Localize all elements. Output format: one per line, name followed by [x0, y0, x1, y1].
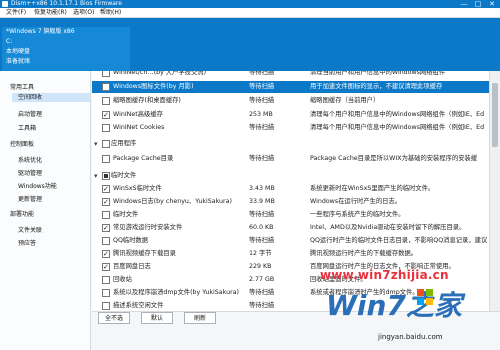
sidebar: 常用工具 空间回收 启动管理 工具箱 控制面板 系统优化 驱动管理 Window…	[0, 71, 91, 350]
refresh-button[interactable]: 刷新	[184, 312, 216, 324]
list-item[interactable]: Windows日志(by chenyu、YukiSakura) 33.9 MB …	[92, 196, 489, 208]
session-drive: C:	[6, 38, 13, 45]
list-item[interactable]: 缩略图缓存(和桌面缓存) 等待扫描 缩略图缓存（当前用户）	[92, 95, 489, 107]
sidebar-group-control-panel: 控制面板	[10, 141, 35, 148]
app-icon	[2, 1, 8, 7]
list-item[interactable]: QQ临时数据 等待扫描 QQ运行时产生的临时文件日志目录，不影响QQ消息记录，建…	[92, 235, 489, 247]
sidebar-item-startup[interactable]: 启动管理	[18, 109, 42, 118]
item-checkbox[interactable]	[102, 222, 110, 234]
group-checkbox[interactable]	[102, 140, 110, 148]
list-item-selected[interactable]: Windows图标文件(by 月影) 等待扫描 用于加速文件图标的显示，不建议清…	[92, 81, 489, 93]
deselect-all-button[interactable]: 全不选	[98, 312, 130, 324]
item-checkbox[interactable]	[102, 302, 110, 310]
menu-help[interactable]: 帮助(H)	[100, 8, 121, 18]
sidebar-item-space-cleanup[interactable]: 空间回收	[12, 93, 90, 102]
sidebar-item-file-assoc[interactable]: 文件关联	[18, 225, 42, 234]
watermark-site: www.win7zhijia.cn	[320, 268, 449, 282]
sidebar-item-updates[interactable]: 更新管理	[18, 194, 42, 203]
item-checkbox[interactable]	[102, 248, 110, 260]
group-row-temp-files[interactable]: ▾ 临时文件	[92, 170, 489, 182]
session-header: *Windows 7 旗舰版 x86 C: 本地硬盘 准备就绪	[0, 18, 500, 71]
maximize-button[interactable]: □	[472, 0, 484, 8]
session-status: 准备就绪	[6, 58, 31, 65]
menu-options[interactable]: 选项(O)	[73, 8, 94, 18]
sidebar-item-answer-file[interactable]: 预应答	[18, 238, 36, 247]
list-item[interactable]: WinINet高级缓存 253 MB 清理每个用户和用户信息中的Windows网…	[92, 109, 489, 121]
scrollbar-thumb[interactable]	[492, 83, 498, 147]
item-checkbox[interactable]	[102, 83, 110, 91]
item-checkbox[interactable]	[102, 196, 110, 208]
session-os: *Windows 7 旗舰版 x86	[6, 28, 75, 35]
list-item[interactable]: WinINet/ch…(by 大户学技交流) 等待扫描 清理当前用户和用户信息中…	[92, 71, 489, 79]
list-item[interactable]: 常见游戏运行时安装文件 60.0 KB Intel、AMD以及Nvidia驱动在…	[92, 222, 489, 234]
menu-file[interactable]: 文件(F)	[6, 8, 26, 18]
window-title: Dism++x86 10.1.17.1 Bios Firmware	[11, 0, 122, 7]
item-checkbox[interactable]	[102, 71, 110, 77]
item-checkbox[interactable]	[102, 261, 110, 273]
list-item[interactable]: Package Cache目录 等待扫描 Package Cache目录是所以W…	[92, 153, 489, 165]
sidebar-group-deploy: 部署功能	[10, 211, 35, 218]
sidebar-item-optimize[interactable]: 系统优化	[18, 155, 42, 164]
item-checkbox[interactable]	[102, 289, 110, 297]
group-row-applications[interactable]: ▾ 应用程序	[92, 138, 489, 150]
menu-restore[interactable]: 恢复功能(R)	[34, 8, 67, 18]
item-checkbox[interactable]	[102, 97, 110, 105]
list-item[interactable]: 临时文件 等待扫描 一些程序与系统产生的临时文件。	[92, 209, 489, 221]
windows-logo-icon	[417, 289, 433, 305]
item-checkbox[interactable]	[102, 109, 110, 121]
list-item[interactable]: WinINet Cookies 等待扫描 清理每个用户和用户信息中的Window…	[92, 122, 489, 134]
item-checkbox[interactable]	[102, 211, 110, 219]
watermark-url: jingyan.baidu.com	[378, 333, 443, 341]
minimize-button[interactable]: —	[458, 0, 470, 8]
session-type: 本地硬盘	[6, 48, 31, 55]
group-checkbox[interactable]	[102, 172, 110, 180]
item-checkbox[interactable]	[102, 276, 110, 284]
close-button[interactable]: ✕	[486, 0, 498, 8]
watermark: www.win7zhijia.cn Win7之家 jingyan.baidu.c…	[320, 250, 500, 350]
item-checkbox[interactable]	[102, 183, 110, 195]
list-item[interactable]: WinSxS临时文件 3.43 MB 系统更新时在WinSxS里面产生的临时文件…	[92, 183, 489, 195]
title-bar: Dism++x86 10.1.17.1 Bios Firmware — □ ✕	[0, 0, 500, 8]
menu-bar: 文件(F) 恢复功能(R) 选项(O) 帮助(H)	[0, 8, 500, 18]
sidebar-item-drivers[interactable]: 驱动管理	[18, 168, 42, 177]
item-checkbox[interactable]	[102, 155, 110, 163]
dism-window: Dism++x86 10.1.17.1 Bios Firmware — □ ✕ …	[0, 0, 500, 350]
chevron-down-icon[interactable]: ▾	[94, 138, 98, 150]
sidebar-item-windows-features[interactable]: Windows功能	[18, 181, 57, 190]
item-checkbox[interactable]	[102, 237, 110, 245]
sidebar-group-common-tools: 常用工具	[10, 84, 35, 91]
sidebar-item-toolbox[interactable]: 工具箱	[18, 123, 36, 132]
item-checkbox[interactable]	[102, 124, 110, 132]
watermark-logo: Win7之家	[326, 289, 462, 322]
chevron-down-icon[interactable]: ▾	[94, 170, 98, 182]
default-button[interactable]: 默认	[141, 312, 173, 324]
